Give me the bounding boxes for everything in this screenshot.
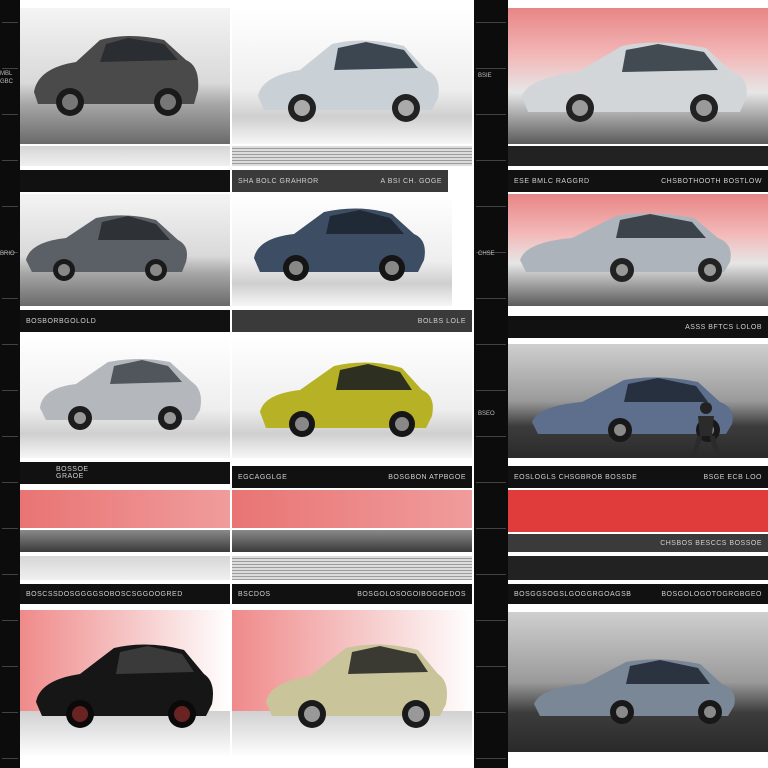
- caption-text: SHA BOLC GRAHROR: [238, 177, 319, 185]
- car-image: [254, 208, 425, 281]
- caption-text: GRAOE: [56, 473, 84, 480]
- car-thumbnail-dark-coupe[interactable]: [20, 8, 230, 144]
- banner-red: [232, 490, 472, 528]
- caption-text: EOSLOGLS CHSGBROB BOSSDE: [514, 473, 638, 481]
- caption-text: BOSGGSOGSLGOGGRGOAGSB: [514, 590, 632, 598]
- car-image: [36, 644, 213, 728]
- car-image: [258, 40, 439, 122]
- caption-text: ESE BMLC RAGGRD: [514, 177, 590, 185]
- car-image: [40, 359, 201, 430]
- car-thumbnail-black-coupe[interactable]: [20, 610, 230, 758]
- car-image: [266, 644, 447, 728]
- car-image: [534, 659, 735, 724]
- caption-text: BSCDOS: [238, 590, 271, 598]
- car-image: [26, 215, 187, 281]
- caption-bar: CHSBOS BESCCS BOSSOE: [508, 534, 768, 552]
- car-thumbnail-blue-gt-with-person[interactable]: [508, 344, 768, 458]
- caption-bar: BOLBS LOLE: [232, 310, 472, 332]
- caption-bar: BOSSOE GRAOE: [20, 462, 230, 484]
- caption-bar: BOSBORBGOLOLD: [20, 310, 230, 332]
- caption-bar: BOSGGSOGSLGOGGRGOAGSB BOSGOLOGOTOGRGBGEO: [508, 584, 768, 604]
- caption-text: BOSSOE: [56, 466, 89, 473]
- car-thumbnail-silver-coupe[interactable]: [232, 8, 472, 144]
- caption-text: BOSCSSDOSGGGGSOBOSCSGGOOGRED: [26, 590, 183, 598]
- car-thumbnail-champagne-coupe[interactable]: [232, 610, 472, 758]
- car-image: [522, 42, 747, 122]
- person-figure: [691, 402, 720, 457]
- caption-text: EGCAGGLGE: [238, 473, 288, 481]
- caption-text: CHSBOTHOOTH BOSTLOW: [661, 177, 762, 185]
- car-thumbnail-silver-gt[interactable]: [508, 8, 768, 144]
- banner-red: [508, 490, 768, 532]
- caption-bar: BSCDOS BOSGOLOSOGOIBOGOEDOS: [232, 584, 472, 604]
- caption-text: BSGE ECB LOO: [703, 473, 762, 481]
- caption-bar: BOSCSSDOSGGGGSOBOSCSGGOOGRED: [20, 584, 230, 604]
- caption-bar: EGCAGGLGE BOSGBON ATPBGOE: [232, 466, 472, 488]
- caption-text: BOLBS LOLE: [417, 317, 466, 325]
- banner-red: [20, 490, 230, 528]
- car-thumbnail-yellow-coupe[interactable]: [232, 336, 472, 458]
- caption-text: BOSGOLOGOTOGRGBGEO: [661, 590, 762, 598]
- car-thumbnail-blue-grey-gt[interactable]: [508, 612, 768, 752]
- caption-bar: ASSS BFTCS LOLOB: [508, 316, 768, 338]
- car-thumbnail-silver-hatch[interactable]: [20, 336, 230, 458]
- center-rail: [474, 0, 508, 768]
- car-thumbnail-grey-hatch[interactable]: [20, 194, 230, 306]
- caption-bar: ESE BMLC RAGGRD CHSBOTHOOTH BOSTLOW: [508, 170, 768, 192]
- caption-bar: EOSLOGLS CHSGBROB BOSSDE BSGE ECB LOO: [508, 466, 768, 488]
- caption-text: BOSGBON ATPBGOE: [388, 473, 466, 481]
- center-rail-text-2: CHSE: [478, 251, 495, 257]
- caption-bar: [20, 170, 230, 192]
- car-image: [260, 362, 433, 437]
- caption-text: A BSI CH. GOGE: [380, 177, 442, 185]
- caption-bar: SHA BOLC GRAHROR A BSI CH. GOGE: [232, 170, 448, 192]
- center-rail-text-3: BSEO: [478, 411, 495, 417]
- left-rail: [0, 0, 20, 768]
- caption-text: ASSS BFTCS LOLOB: [685, 323, 762, 331]
- caption-text: BOSGOLOSOGOIBOGOEDOS: [357, 590, 466, 598]
- car-image: [520, 213, 731, 282]
- left-rail-text-2: BRIO: [0, 251, 15, 257]
- car-image: [34, 36, 199, 116]
- center-rail-text-1: BSIE: [478, 73, 492, 79]
- car-thumbnail-blue-coupe[interactable]: [232, 194, 452, 306]
- car-thumbnail-silver-sports[interactable]: [508, 194, 768, 306]
- caption-text: BOSBORBGOLOLD: [26, 317, 97, 325]
- caption-text: CHSBOS BESCCS BOSSOE: [660, 539, 762, 547]
- left-rail-text-1: MBL GBC: [0, 71, 14, 85]
